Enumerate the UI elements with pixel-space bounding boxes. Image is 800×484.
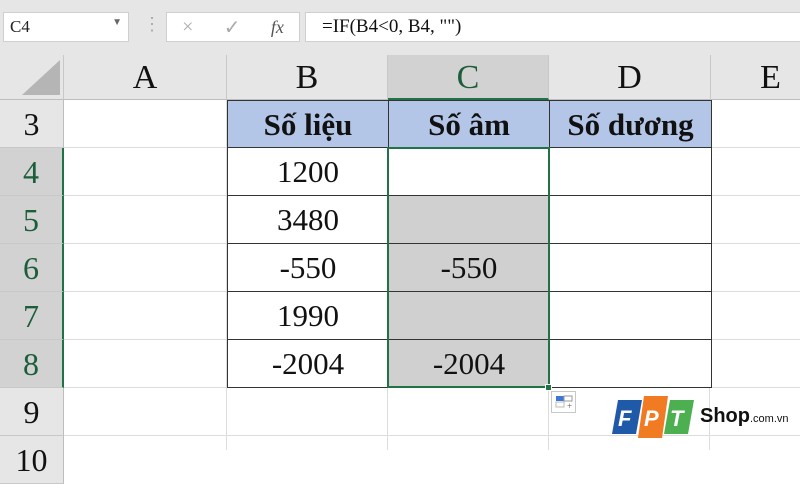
fptshop-watermark: F P T Shop .com.vn — [610, 394, 800, 438]
row-header-5[interactable]: 5 — [0, 196, 64, 244]
select-all-icon — [22, 60, 60, 95]
select-all-button[interactable] — [0, 55, 64, 100]
header-so-lieu[interactable]: Số liệu — [227, 100, 389, 148]
watermark-suffix: .com.vn — [750, 413, 789, 425]
row-header-8[interactable]: 8 — [0, 340, 64, 388]
cell-b5[interactable]: 3480 — [227, 196, 389, 244]
svg-text:P: P — [644, 406, 659, 431]
svg-text:+: + — [567, 401, 572, 411]
svg-text:F: F — [618, 406, 632, 431]
cell-d5[interactable] — [549, 196, 712, 244]
header-so-duong[interactable]: Số dương — [549, 100, 712, 148]
fill-handle[interactable] — [545, 384, 552, 391]
cell-d8[interactable] — [549, 340, 712, 388]
cell-b6[interactable]: -550 — [227, 244, 389, 292]
row-header-9[interactable]: 9 — [0, 388, 64, 436]
fpt-logo: F P T — [612, 396, 694, 438]
quick-analysis-button[interactable]: + — [551, 391, 576, 413]
row-header-3[interactable]: 3 — [0, 100, 64, 148]
watermark-text: Shop — [700, 404, 750, 427]
column-header-a[interactable]: A — [64, 55, 227, 100]
column-header-c[interactable]: C — [388, 55, 549, 100]
insert-function-icon[interactable]: fx — [271, 17, 284, 38]
column-header-d[interactable]: D — [549, 55, 711, 100]
enter-icon[interactable]: ✓ — [224, 15, 241, 40]
cell-d6[interactable] — [549, 244, 712, 292]
row-header-10[interactable]: 10 — [0, 436, 64, 484]
name-box[interactable]: C4 ▼ — [3, 12, 129, 42]
cell-b8[interactable]: -2004 — [227, 340, 389, 388]
quick-analysis-icon: + — [555, 395, 573, 411]
chevron-down-icon[interactable]: ▼ — [112, 17, 122, 28]
cell-b7[interactable]: 1990 — [227, 292, 389, 340]
row-header-6[interactable]: 6 — [0, 244, 64, 292]
selection-range — [387, 147, 550, 388]
row-header-7[interactable]: 7 — [0, 292, 64, 340]
column-header-e[interactable]: E — [711, 55, 800, 100]
name-box-value: C4 — [10, 17, 30, 36]
column-a-cells[interactable] — [64, 100, 227, 450]
cell-d7[interactable] — [549, 292, 712, 340]
row-header-4[interactable]: 4 — [0, 148, 64, 196]
formula-buttons: × ✓ fx — [166, 12, 300, 42]
header-so-am[interactable]: Số âm — [388, 100, 550, 148]
drag-handle-icon[interactable]: ⋮ — [143, 14, 161, 35]
cell-d4[interactable] — [549, 148, 712, 196]
cancel-icon[interactable]: × — [182, 16, 193, 39]
formula-input[interactable]: =IF(B4<0, B4, "") — [305, 12, 800, 42]
cell-b4[interactable]: 1200 — [227, 148, 389, 196]
svg-text:T: T — [670, 406, 685, 431]
column-header-b[interactable]: B — [227, 55, 388, 100]
